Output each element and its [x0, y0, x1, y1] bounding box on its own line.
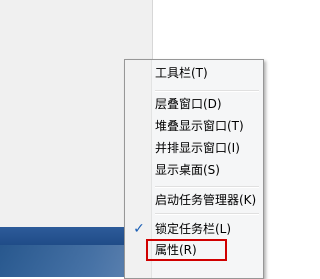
menu-item-toolbars[interactable]: 工具栏(T)	[155, 62, 263, 84]
menu-item-label: 启动任务管理器(K)	[155, 193, 257, 207]
menu-item-label: 工具栏(T)	[155, 66, 208, 80]
taskbar-context-menu: 工具栏(T) 层叠窗口(D) 堆叠显示窗口(T) 并排显示窗口(I) 显示桌面(…	[124, 59, 264, 279]
menu-separator	[155, 213, 259, 215]
menu-separator	[155, 90, 259, 92]
menu-item-label: 锁定任务栏(L)	[155, 222, 232, 236]
menu-item-show-desktop[interactable]: 显示桌面(S)	[155, 159, 263, 181]
menu-item-cascade[interactable]: 层叠窗口(D)	[155, 93, 263, 115]
menu-item-label: 层叠窗口(D)	[155, 97, 222, 111]
menu-item-lock-taskbar[interactable]: 锁定任务栏(L)	[155, 218, 263, 240]
menu-item-properties[interactable]: 属性(R)	[155, 239, 263, 261]
menu-item-task-manager[interactable]: 启动任务管理器(K)	[155, 189, 263, 211]
menu-item-label: 堆叠显示窗口(T)	[155, 119, 244, 133]
menu-item-side-by-side[interactable]: 并排显示窗口(I)	[155, 137, 263, 159]
checkmark-icon: ✓	[133, 221, 145, 237]
menu-item-label: 属性(R)	[155, 243, 197, 257]
menu-item-label: 并排显示窗口(I)	[155, 141, 240, 155]
menu-separator	[155, 186, 259, 188]
menu-item-label: 显示桌面(S)	[155, 163, 220, 177]
menu-item-stack[interactable]: 堆叠显示窗口(T)	[155, 115, 263, 137]
